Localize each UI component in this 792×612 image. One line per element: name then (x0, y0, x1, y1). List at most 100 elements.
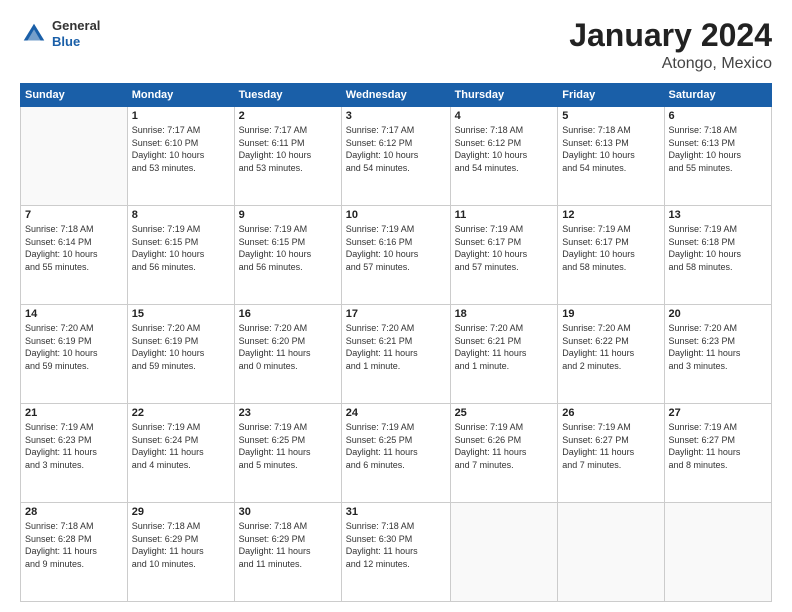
day-info: Sunrise: 7:19 AM Sunset: 6:24 PM Dayligh… (132, 421, 230, 471)
main-title: January 2024 (569, 18, 772, 53)
day-info: Sunrise: 7:19 AM Sunset: 6:27 PM Dayligh… (562, 421, 659, 471)
title-block: January 2024 Atongo, Mexico (569, 18, 772, 73)
day-info: Sunrise: 7:19 AM Sunset: 6:25 PM Dayligh… (346, 421, 446, 471)
day-info: Sunrise: 7:19 AM Sunset: 6:26 PM Dayligh… (455, 421, 554, 471)
calendar-cell: 2 Sunrise: 7:17 AM Sunset: 6:11 PM Daylig… (234, 107, 341, 206)
calendar-cell: 14 Sunrise: 7:20 AM Sunset: 6:19 PM Dayli… (21, 305, 128, 404)
day-info: Sunrise: 7:19 AM Sunset: 6:23 PM Dayligh… (25, 421, 123, 471)
calendar-cell: 8 Sunrise: 7:19 AM Sunset: 6:15 PM Daylig… (127, 206, 234, 305)
logo-text: General Blue (52, 18, 100, 49)
day-number: 1 (132, 110, 230, 122)
day-info: Sunrise: 7:20 AM Sunset: 6:21 PM Dayligh… (455, 322, 554, 372)
calendar-cell: 13Sunrise: 7:19 AM Sunset: 6:18 PM Dayli… (664, 206, 771, 305)
calendar-cell: 4 Sunrise: 7:18 AM Sunset: 6:12 PM Daylig… (450, 107, 558, 206)
day-number: 20 (669, 308, 767, 320)
calendar-cell: 20 Sunrise: 7:20 AM Sunset: 6:23 PM Dayli… (664, 305, 771, 404)
calendar-cell: 23 Sunrise: 7:19 AM Sunset: 6:25 PM Dayli… (234, 404, 341, 503)
day-info: Sunrise: 7:20 AM Sunset: 6:19 PM Dayligh… (25, 322, 123, 372)
calendar-cell: 1Sunrise: 7:17 AM Sunset: 6:10 PM Daylig… (127, 107, 234, 206)
day-number: 29 (132, 506, 230, 518)
week-row-4: 21 Sunrise: 7:19 AM Sunset: 6:23 PM Dayli… (21, 404, 772, 503)
calendar-cell: 30Sunrise: 7:18 AM Sunset: 6:29 PM Dayli… (234, 503, 341, 602)
day-number: 24 (346, 407, 446, 419)
calendar-cell: 11Sunrise: 7:19 AM Sunset: 6:17 PM Dayli… (450, 206, 558, 305)
calendar-cell: 29 Sunrise: 7:18 AM Sunset: 6:29 PM Dayli… (127, 503, 234, 602)
calendar-cell: 12Sunrise: 7:19 AM Sunset: 6:17 PM Dayli… (558, 206, 664, 305)
weekday-header-tuesday: Tuesday (234, 84, 341, 107)
day-info: Sunrise: 7:17 AM Sunset: 6:11 PM Dayligh… (239, 124, 337, 174)
day-number: 21 (25, 407, 123, 419)
calendar-cell (558, 503, 664, 602)
day-number: 22 (132, 407, 230, 419)
calendar-cell: 22 Sunrise: 7:19 AM Sunset: 6:24 PM Dayli… (127, 404, 234, 503)
day-info: Sunrise: 7:17 AM Sunset: 6:12 PM Dayligh… (346, 124, 446, 174)
day-info: Sunrise: 7:19 AM Sunset: 6:25 PM Dayligh… (239, 421, 337, 471)
day-number: 30 (239, 506, 337, 518)
day-number: 3 (346, 110, 446, 122)
day-info: Sunrise: 7:19 AM Sunset: 6:27 PM Dayligh… (669, 421, 767, 471)
day-info: Sunrise: 7:18 AM Sunset: 6:28 PM Dayligh… (25, 520, 123, 570)
calendar-cell: 3 Sunrise: 7:17 AM Sunset: 6:12 PM Daylig… (341, 107, 450, 206)
day-number: 26 (562, 407, 659, 419)
calendar-cell: 19 Sunrise: 7:20 AM Sunset: 6:22 PM Dayli… (558, 305, 664, 404)
day-info: Sunrise: 7:18 AM Sunset: 6:30 PM Dayligh… (346, 520, 446, 570)
day-info: Sunrise: 7:19 AM Sunset: 6:15 PM Dayligh… (132, 223, 230, 273)
day-number: 6 (669, 110, 767, 122)
day-number: 28 (25, 506, 123, 518)
day-info: Sunrise: 7:18 AM Sunset: 6:12 PM Dayligh… (455, 124, 554, 174)
day-info: Sunrise: 7:20 AM Sunset: 6:23 PM Dayligh… (669, 322, 767, 372)
weekday-header-sunday: Sunday (21, 84, 128, 107)
day-number: 14 (25, 308, 123, 320)
day-info: Sunrise: 7:19 AM Sunset: 6:17 PM Dayligh… (455, 223, 554, 273)
week-row-2: 7Sunrise: 7:18 AM Sunset: 6:14 PM Daylig… (21, 206, 772, 305)
day-info: Sunrise: 7:19 AM Sunset: 6:16 PM Dayligh… (346, 223, 446, 273)
calendar-cell: 15 Sunrise: 7:20 AM Sunset: 6:19 PM Dayli… (127, 305, 234, 404)
day-info: Sunrise: 7:20 AM Sunset: 6:22 PM Dayligh… (562, 322, 659, 372)
calendar-table: SundayMondayTuesdayWednesdayThursdayFrid… (20, 83, 772, 602)
day-number: 16 (239, 308, 337, 320)
day-number: 4 (455, 110, 554, 122)
day-info: Sunrise: 7:18 AM Sunset: 6:29 PM Dayligh… (132, 520, 230, 570)
calendar-cell: 28 Sunrise: 7:18 AM Sunset: 6:28 PM Dayli… (21, 503, 128, 602)
day-number: 25 (455, 407, 554, 419)
day-info: Sunrise: 7:20 AM Sunset: 6:21 PM Dayligh… (346, 322, 446, 372)
day-number: 23 (239, 407, 337, 419)
day-info: Sunrise: 7:20 AM Sunset: 6:19 PM Dayligh… (132, 322, 230, 372)
weekday-header-thursday: Thursday (450, 84, 558, 107)
calendar-cell (450, 503, 558, 602)
weekday-header-friday: Friday (558, 84, 664, 107)
calendar-cell: 16 Sunrise: 7:20 AM Sunset: 6:20 PM Dayli… (234, 305, 341, 404)
calendar-cell: 9 Sunrise: 7:19 AM Sunset: 6:15 PM Daylig… (234, 206, 341, 305)
header: General Blue January 2024 Atongo, Mexico (20, 18, 772, 73)
calendar-cell: 26 Sunrise: 7:19 AM Sunset: 6:27 PM Dayli… (558, 404, 664, 503)
day-number: 2 (239, 110, 337, 122)
day-number: 8 (132, 209, 230, 221)
day-info: Sunrise: 7:18 AM Sunset: 6:14 PM Dayligh… (25, 223, 123, 273)
week-row-3: 14 Sunrise: 7:20 AM Sunset: 6:19 PM Dayli… (21, 305, 772, 404)
day-info: Sunrise: 7:19 AM Sunset: 6:18 PM Dayligh… (669, 223, 767, 273)
day-info: Sunrise: 7:19 AM Sunset: 6:15 PM Dayligh… (239, 223, 337, 273)
day-number: 19 (562, 308, 659, 320)
week-row-5: 28 Sunrise: 7:18 AM Sunset: 6:28 PM Dayli… (21, 503, 772, 602)
week-row-1: 1Sunrise: 7:17 AM Sunset: 6:10 PM Daylig… (21, 107, 772, 206)
calendar-cell: 6 Sunrise: 7:18 AM Sunset: 6:13 PM Daylig… (664, 107, 771, 206)
day-number: 9 (239, 209, 337, 221)
day-number: 18 (455, 308, 554, 320)
day-number: 27 (669, 407, 767, 419)
day-info: Sunrise: 7:20 AM Sunset: 6:20 PM Dayligh… (239, 322, 337, 372)
calendar-cell: 27 Sunrise: 7:19 AM Sunset: 6:27 PM Dayli… (664, 404, 771, 503)
sub-title: Atongo, Mexico (569, 55, 772, 73)
calendar-cell (664, 503, 771, 602)
weekday-header-monday: Monday (127, 84, 234, 107)
calendar-cell: 17 Sunrise: 7:20 AM Sunset: 6:21 PM Dayli… (341, 305, 450, 404)
day-number: 17 (346, 308, 446, 320)
calendar-cell: 31 Sunrise: 7:18 AM Sunset: 6:30 PM Dayli… (341, 503, 450, 602)
calendar-cell: 24 Sunrise: 7:19 AM Sunset: 6:25 PM Dayli… (341, 404, 450, 503)
weekday-header-saturday: Saturday (664, 84, 771, 107)
day-number: 15 (132, 308, 230, 320)
weekday-header-row: SundayMondayTuesdayWednesdayThursdayFrid… (21, 84, 772, 107)
calendar-cell: 5Sunrise: 7:18 AM Sunset: 6:13 PM Daylig… (558, 107, 664, 206)
day-number: 31 (346, 506, 446, 518)
logo-general: General (52, 18, 100, 34)
day-info: Sunrise: 7:18 AM Sunset: 6:13 PM Dayligh… (669, 124, 767, 174)
